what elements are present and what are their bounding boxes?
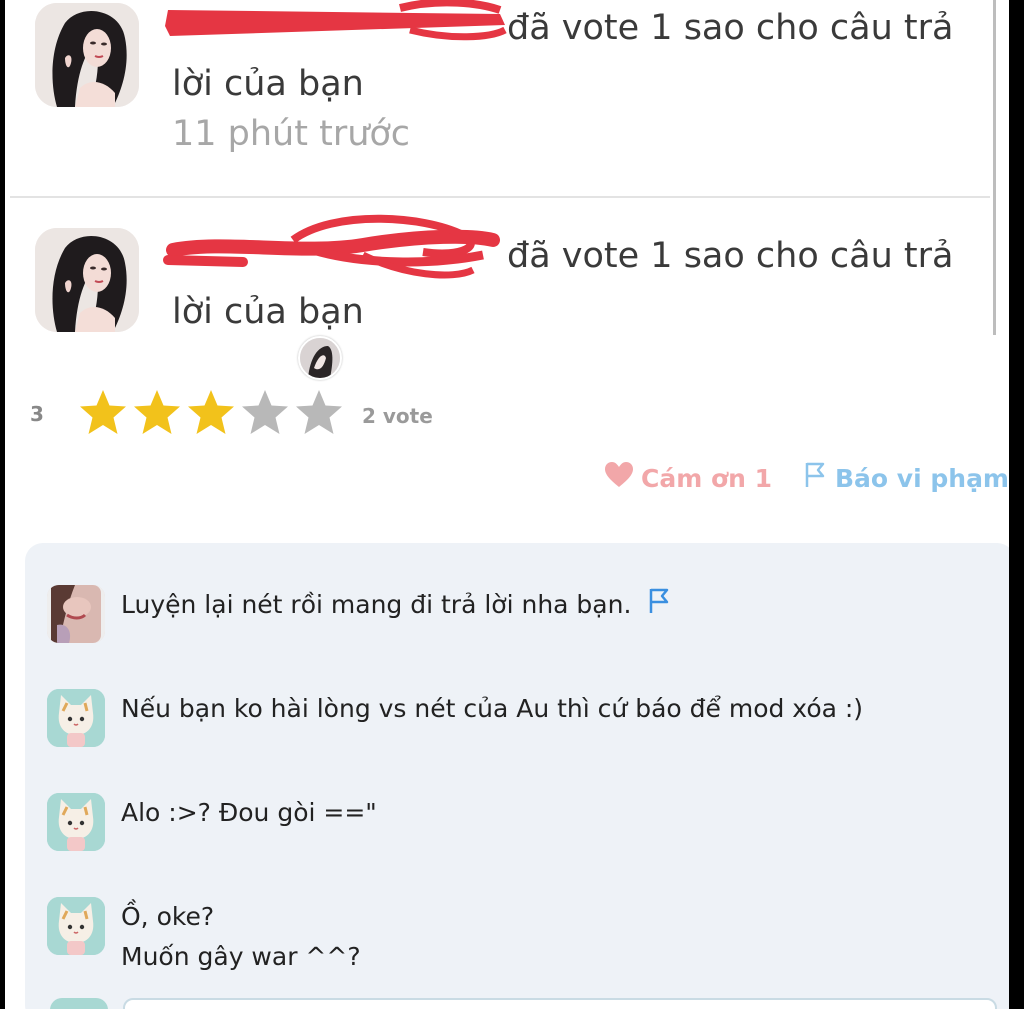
comment-text: Nếu bạn ko hài lòng vs nét của Au thì cứ… <box>121 694 864 723</box>
comment-text: Luyện lại nét rồi mang đi trả lời nha bạ… <box>121 585 669 626</box>
comment-text: Ồ, oke? Muốn gây war ^^? <box>121 897 361 977</box>
thanks-button[interactable]: Cám ơn 1 <box>605 458 772 498</box>
heart-icon <box>605 462 633 494</box>
flag-icon <box>805 462 825 494</box>
notification-text: đã vote 1 sao cho câu trả lời của bạn <box>172 228 972 335</box>
comment-text: Alo :>? Đou gòi ==" <box>121 798 377 827</box>
rating-score: 3 <box>30 402 44 426</box>
commenter-avatar[interactable] <box>47 897 105 955</box>
report-button[interactable]: Báo vi phạm <box>805 458 1009 498</box>
notification-item[interactable]: đã vote 1 sao cho câu trả lời của bạn 11… <box>5 0 990 196</box>
user-avatar[interactable] <box>35 3 139 107</box>
commenter-avatar[interactable] <box>47 689 105 747</box>
star-filled-icon[interactable] <box>78 388 128 438</box>
divider <box>10 196 990 198</box>
star-empty-icon[interactable] <box>294 388 344 438</box>
star-filled-icon[interactable] <box>132 388 182 438</box>
commenter-avatar[interactable] <box>50 998 108 1009</box>
flag-icon[interactable] <box>649 586 669 626</box>
thanks-label: Cám ơn 1 <box>641 463 773 493</box>
answer-author-avatar[interactable] <box>298 336 342 380</box>
notification-text-line1: đã vote 1 sao cho câu trả <box>507 236 954 276</box>
comment-line2: Muốn gây war ^^? <box>121 942 361 971</box>
notification-text-line2: lời của bạn <box>172 292 364 332</box>
comments-panel: Luyện lại nét rồi mang đi trả lời nha bạ… <box>25 543 1009 1009</box>
notification-list: đã vote 1 sao cho câu trả lời của bạn 11… <box>5 0 1009 335</box>
comment-input[interactable] <box>123 998 997 1009</box>
user-avatar[interactable] <box>35 228 139 332</box>
notification-text: đã vote 1 sao cho câu trả lời của bạn <box>172 0 972 112</box>
commenter-avatar[interactable] <box>47 585 105 643</box>
star-filled-icon[interactable] <box>186 388 236 438</box>
comment-body: Luyện lại nét rồi mang đi trả lời nha bạ… <box>121 590 632 619</box>
commenter-avatar[interactable] <box>47 793 105 851</box>
comment-line1: Ồ, oke? <box>121 902 215 931</box>
notification-text-line2: lời của bạn <box>172 64 364 104</box>
report-label: Báo vi phạm <box>835 463 1009 493</box>
vote-count: 2 vote <box>362 404 433 428</box>
star-empty-icon[interactable] <box>240 388 290 438</box>
scrollbar[interactable] <box>993 0 1009 335</box>
notification-item[interactable]: đã vote 1 sao cho câu trả lời của bạn <box>5 200 990 335</box>
page: đã vote 1 sao cho câu trả lời của bạn 11… <box>5 0 1009 1009</box>
notification-time: 11 phút trước <box>172 114 411 154</box>
notification-text-line1: đã vote 1 sao cho câu trả <box>507 8 954 48</box>
